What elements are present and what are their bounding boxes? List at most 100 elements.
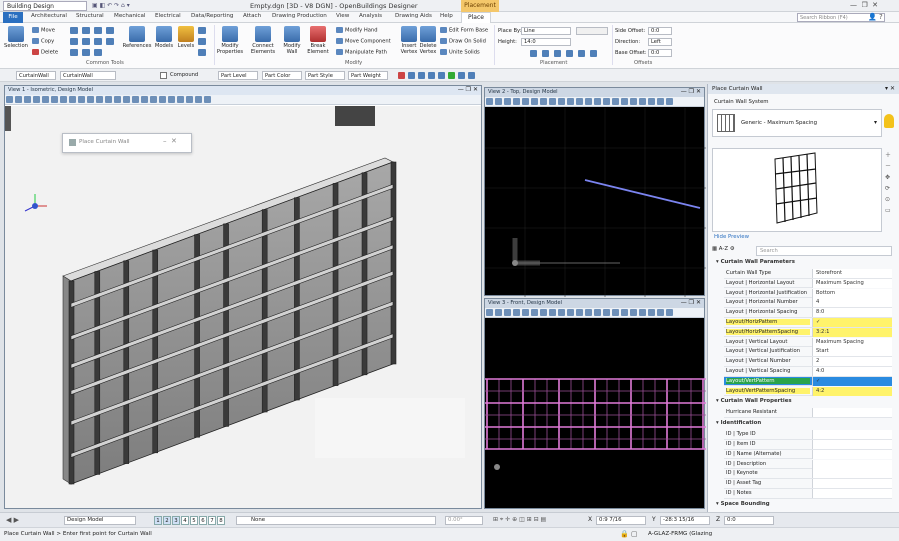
property-value[interactable]: ✓ [812,376,892,386]
modify-wall-button[interactable]: Modify Wall [280,26,304,55]
part-weight-select[interactable]: Part Weight [348,71,388,80]
property-row[interactable]: Layout/HorizPatternSpacing 3:2:1 [724,327,892,338]
tab-drawing-aids[interactable]: Drawing Aids [395,13,432,19]
property-row[interactable]: Layout/HorizPattern ✓ [724,318,892,328]
property-value[interactable] [812,408,892,418]
view-button-2[interactable]: 2 [163,516,171,525]
property-row[interactable]: ID | Asset Tag [724,479,892,489]
preview-nav-icons[interactable]: ＋－ ✥ ⟳ ⊙ ▭ [885,150,891,216]
view-3-toolbar[interactable] [485,308,704,318]
copy-button[interactable]: Copy [32,38,54,45]
tab-file[interactable]: File [3,12,23,23]
view-button-5[interactable]: 5 [190,516,198,525]
view-button-3[interactable]: 3 [172,516,180,525]
window-controls[interactable]: — ❐ ✕ [850,1,878,9]
property-row[interactable]: ID | Item ID [724,440,892,450]
property-value[interactable]: 8:0 [812,308,892,318]
z-coordinate-field[interactable]: 0:0 [724,516,774,525]
style-select[interactable]: CurtainWall [60,71,116,80]
user-icon[interactable]: 👤 ? [868,13,883,21]
property-row[interactable]: Layout | Horizontal Spacing 8:0 [724,308,892,318]
property-row[interactable]: Layout | Vertical Number 2 [724,357,892,367]
property-row[interactable]: ID | Keynote [724,469,892,479]
property-value[interactable]: Start [812,347,892,357]
unite-solids-button[interactable]: Unite Solids [440,49,480,56]
part-style-select[interactable]: Part Style [305,71,345,80]
attribute-tools[interactable] [198,27,210,56]
view-button-6[interactable]: 6 [199,516,207,525]
status-icons[interactable]: 🔒 ▢ [620,530,638,538]
view-window-controls[interactable]: — ❐ ✕ [681,299,701,306]
references-button[interactable]: References [122,26,152,49]
part-color-select[interactable]: Part Color [262,71,302,80]
section-header[interactable]: ▾ Space Bounding [716,501,892,510]
tab-architectural[interactable]: Architectural [31,13,67,19]
property-value[interactable] [812,469,892,479]
compound-checkbox[interactable] [160,72,167,79]
view-button-4[interactable]: 4 [181,516,189,525]
view-3-canvas[interactable] [485,319,706,508]
small-tools-grid[interactable] [70,27,118,57]
view-window-controls[interactable]: — ❐ ✕ [458,86,478,93]
attribute-tools[interactable] [398,71,488,80]
view-2-canvas[interactable] [485,108,706,297]
property-row[interactable]: Curtain Wall Type Storefront [724,269,892,279]
placement-tools[interactable] [530,50,605,58]
draw-on-solid-button[interactable]: Draw On Solid [440,38,486,45]
property-value[interactable] [812,440,892,449]
view-button-7[interactable]: 7 [208,516,216,525]
modify-properties-button[interactable]: Modify Properties [216,26,244,55]
side-offset-field[interactable]: 0:0 [648,27,672,35]
property-row[interactable]: Layout | Vertical Spacing 4:0 [724,367,892,377]
property-row[interactable]: ID | Type ID [724,430,892,440]
panel-controls[interactable]: ▾ ✕ [885,85,895,92]
property-value[interactable]: ✓ [812,318,892,327]
part-level-select[interactable]: Part Level [218,71,258,80]
selection-button[interactable]: Selection [4,26,28,49]
property-row[interactable]: Layout | Horizontal Layout Maximum Spacin… [724,278,892,289]
models-button[interactable]: Models [153,26,175,49]
view-3-front[interactable]: View 3 - Front, Design Model — ❐ ✕ [484,298,706,509]
direction-select[interactable]: Left [648,38,672,46]
view-window-controls[interactable]: — ❐ ✕ [681,88,701,95]
property-row[interactable]: Layout/VertPatternSpacing 4:2 [724,386,892,397]
property-value[interactable] [812,489,892,498]
property-row[interactable]: Layout | Vertical Layout Maximum Spacing [724,337,892,348]
property-row[interactable]: Layout/VertPattern ✓ [724,376,892,387]
view-2-toolbar[interactable] [485,97,704,107]
tab-electrical[interactable]: Electrical [155,13,181,19]
property-value[interactable]: Storefront [812,269,892,278]
insert-vertex-button[interactable]: Insert Vertex [400,26,418,55]
move-button[interactable]: Move [32,27,55,34]
section-header[interactable]: ▾ Curtain Wall Properties [716,398,892,407]
view-2-top[interactable]: View 2 - Top, Design Model — ❐ ✕ [484,87,706,297]
height-field[interactable]: 14:0 [521,38,571,46]
tab-attach[interactable]: Attach [243,13,261,19]
tab-mechanical[interactable]: Mechanical [114,13,145,19]
connect-elements-button[interactable]: Connect Elements [248,26,278,55]
tab-view[interactable]: View [336,13,349,19]
place-curtain-wall-dialog[interactable]: Place Curtain Wall – ✕ [62,133,192,153]
base-offset-field[interactable]: 0:0 [648,49,672,57]
manipulate-path-button[interactable]: Manipulate Path [336,49,387,56]
property-value[interactable]: Bottom [812,288,892,298]
tab-data-reporting[interactable]: Data/Reporting [191,13,233,19]
snap-icons[interactable]: ⊞ ⌖ ✛ ⊕ ◫ ⊞ ⊟ ▤ [493,516,546,524]
property-value[interactable]: Maximum Spacing [812,337,892,347]
view-buttons[interactable]: 12345678 [154,516,226,525]
model-select[interactable]: Design Model [64,516,136,525]
sort-icons[interactable]: ▦ A-Z ⚙ [712,246,752,256]
property-row[interactable]: Layout | Horizontal Justification Bottom [724,288,892,299]
property-search-input[interactable]: Search [756,246,892,256]
property-value[interactable] [812,449,892,459]
property-value[interactable]: 4:2 [812,386,892,396]
property-value[interactable]: 4 [812,298,892,308]
property-value[interactable] [812,459,892,469]
tab-place[interactable]: Place [461,12,491,23]
active-level-status[interactable]: A-GLAZ-FRMG (Glazing [648,531,712,537]
place-options-field[interactable] [576,27,608,35]
view-button-1[interactable]: 1 [154,516,162,525]
workspace-select[interactable]: Building Design [3,1,87,11]
delete-vertex-button[interactable]: Delete Vertex [419,26,437,55]
property-row[interactable]: Layout | Horizontal Number 4 [724,298,892,308]
